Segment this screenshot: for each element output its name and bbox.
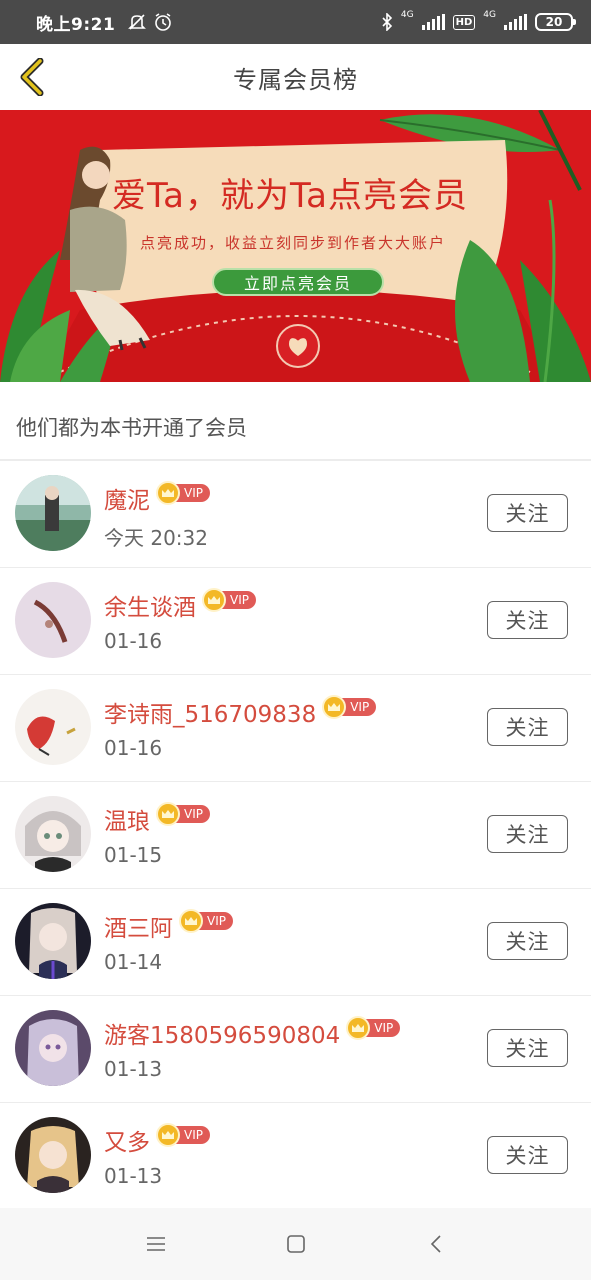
battery-level: 20 xyxy=(545,15,563,29)
member-row[interactable]: 又多 VIP 01-13 关注 xyxy=(0,1103,591,1210)
avatar[interactable] xyxy=(15,475,91,551)
signal-icon-2 xyxy=(504,14,527,30)
alarm-icon xyxy=(155,13,172,31)
menu-icon xyxy=(146,1237,165,1251)
network-label-2: 4G xyxy=(483,10,496,20)
follow-button[interactable]: 关注 xyxy=(487,494,568,532)
vip-badge: VIP xyxy=(156,481,210,505)
vip-badge: VIP xyxy=(156,1123,210,1147)
member-name: 余生谈酒 VIP xyxy=(104,588,256,622)
follow-button[interactable]: 关注 xyxy=(487,601,568,639)
status-bar: 晚上9:21 4G HD 4G 20 xyxy=(0,0,591,44)
crown-icon xyxy=(179,909,203,933)
member-row[interactable]: 温琅 VIP 01-15 关注 xyxy=(0,782,591,889)
crown-icon xyxy=(202,588,226,612)
member-date: 01-13 xyxy=(104,1164,163,1188)
status-right: 4G HD 4G 20 xyxy=(381,10,576,31)
status-left-icons xyxy=(127,12,173,32)
member-row[interactable]: 酒三阿 VIP 01-14 关注 xyxy=(0,889,591,996)
avatar[interactable] xyxy=(15,1010,91,1086)
menu-button[interactable] xyxy=(136,1224,176,1264)
follow-button[interactable]: 关注 xyxy=(487,922,568,960)
follow-button[interactable]: 关注 xyxy=(487,708,568,746)
home-icon xyxy=(286,1235,305,1253)
avatar[interactable] xyxy=(15,582,91,658)
banner-subtitle: 点亮成功，收益立刻同步到作者大大账户 xyxy=(140,234,447,252)
member-row[interactable]: 游客1580596590804 VIP 01-13 关注 xyxy=(0,996,591,1103)
signal-icon-1 xyxy=(421,14,445,30)
crown-icon xyxy=(156,802,180,826)
member-date: 01-15 xyxy=(104,843,163,867)
vip-badge: VIP xyxy=(202,588,256,612)
vip-badge: VIP xyxy=(156,802,210,826)
member-name-text: 温琅 xyxy=(104,809,150,835)
network-label-1: 4G xyxy=(400,10,414,20)
status-time: 晚上9:21 xyxy=(36,14,116,35)
member-date: 01-16 xyxy=(104,736,163,760)
light-up-member-button[interactable]: 立即点亮会员 xyxy=(212,268,384,296)
back-arrow-icon xyxy=(20,58,44,96)
member-name: 酒三阿 VIP xyxy=(104,909,233,943)
vip-badge: VIP xyxy=(322,695,377,719)
member-name-text: 又多 xyxy=(104,1130,150,1156)
avatar[interactable] xyxy=(15,903,91,979)
member-name: 李诗雨_516709838 VIP xyxy=(104,695,377,729)
member-date: 01-13 xyxy=(104,1057,163,1081)
member-name-text: 魔泥 xyxy=(104,488,150,514)
member-name: 游客1580596590804 VIP xyxy=(104,1016,401,1050)
follow-button[interactable]: 关注 xyxy=(487,1136,568,1174)
crown-icon xyxy=(156,1123,180,1147)
banner-headline: 爱Ta，就为Ta点亮会员 xyxy=(112,176,468,216)
follow-button[interactable]: 关注 xyxy=(487,815,568,853)
back-icon xyxy=(430,1235,441,1253)
system-back-button[interactable] xyxy=(416,1224,456,1264)
page-title: 专属会员榜 xyxy=(233,65,358,94)
member-date: 今天 20:32 xyxy=(104,526,208,550)
avatar[interactable] xyxy=(15,689,91,765)
hd-badge: HD xyxy=(452,14,476,30)
follow-button[interactable]: 关注 xyxy=(487,1029,568,1067)
member-name: 魔泥 VIP xyxy=(104,481,210,515)
member-row[interactable]: 李诗雨_516709838 VIP 01-16 关注 xyxy=(0,675,591,782)
crown-icon xyxy=(156,481,180,505)
section-title: 他们都为本书开通了会员 xyxy=(16,416,247,440)
member-date: 01-16 xyxy=(104,629,163,653)
member-row[interactable]: 魔泥 VIP 今天 20:32 关注 xyxy=(0,461,591,568)
bluetooth-icon xyxy=(382,13,393,31)
avatar[interactable] xyxy=(15,796,91,872)
vip-badge: VIP xyxy=(346,1016,401,1040)
battery-icon: 20 xyxy=(535,13,576,31)
member-date: 01-14 xyxy=(104,950,163,974)
member-list: 魔泥 VIP 今天 20:32 关注 余生谈酒 VIP 01-16 关注 李诗雨_5… xyxy=(0,461,591,1210)
member-name: 温琅 VIP xyxy=(104,802,210,836)
avatar[interactable] xyxy=(15,1117,91,1193)
member-name-text: 游客1580596590804 xyxy=(104,1023,341,1049)
mute-icon xyxy=(128,14,147,30)
member-name-text: 余生谈酒 xyxy=(104,595,196,621)
home-button[interactable] xyxy=(276,1224,316,1264)
vip-badge: VIP xyxy=(179,909,233,933)
member-name-text: 酒三阿 xyxy=(104,916,173,942)
promo-banner[interactable]: 爱Ta，就为Ta点亮会员 点亮成功，收益立刻同步到作者大大账户 立即点亮会员 xyxy=(0,110,591,382)
member-row[interactable]: 余生谈酒 VIP 01-16 关注 xyxy=(0,568,591,675)
back-button[interactable] xyxy=(10,54,56,100)
member-name-text: 李诗雨_516709838 xyxy=(104,702,317,728)
system-nav-bar xyxy=(0,1208,591,1280)
nav-bar: 专属会员榜 xyxy=(0,44,591,110)
member-name: 又多 VIP xyxy=(104,1123,210,1157)
